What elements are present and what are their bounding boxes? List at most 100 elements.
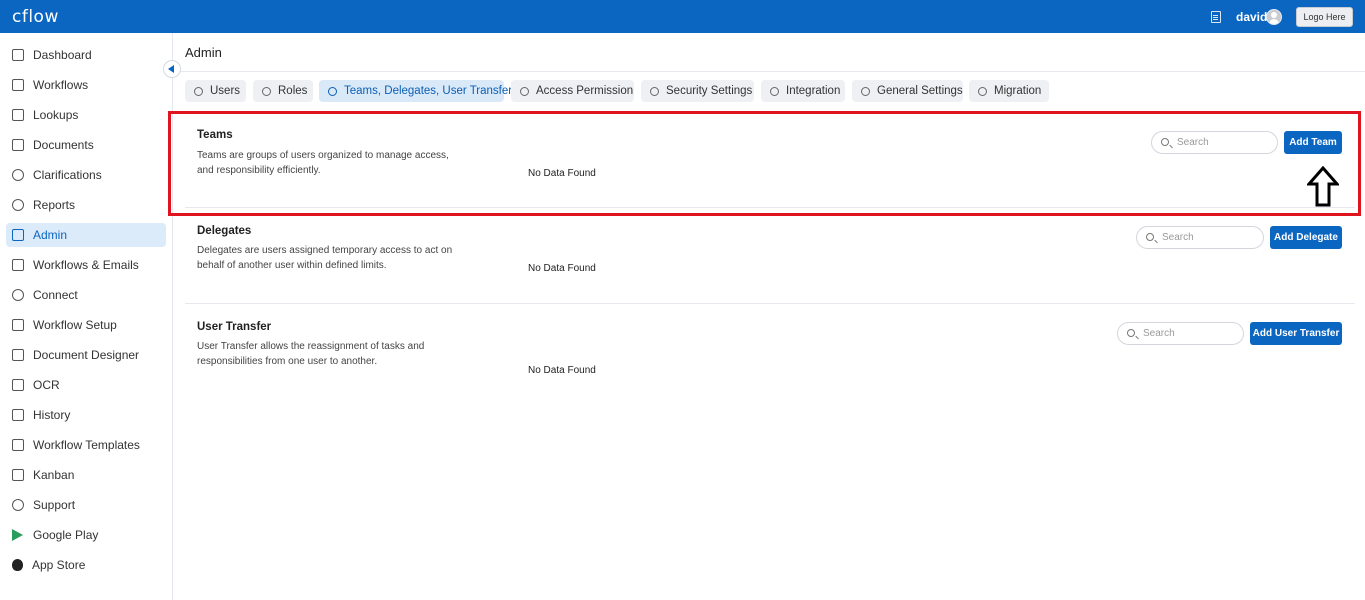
sidebar-item-workflow-setup[interactable]: Workflow Setup bbox=[6, 313, 166, 337]
user-transfer-search[interactable] bbox=[1117, 322, 1244, 345]
page-title: Admin bbox=[185, 45, 222, 60]
sidebar-item-label: Documents bbox=[33, 138, 94, 152]
sidebar-item-workflows[interactable]: Workflows bbox=[6, 73, 166, 97]
grid-icon bbox=[12, 49, 24, 61]
tab-label: Migration bbox=[994, 85, 1042, 97]
pie-chart-icon bbox=[12, 199, 24, 211]
pen-document-icon bbox=[12, 349, 24, 361]
tab-label: General Settings bbox=[877, 85, 963, 97]
google-play-icon bbox=[12, 529, 23, 541]
logo-text: cflow bbox=[12, 7, 59, 27]
sidebar-item-kanban[interactable]: Kanban bbox=[6, 463, 166, 487]
tab-label: Integration bbox=[786, 85, 841, 97]
user-transfer-title: User Transfer bbox=[197, 321, 272, 333]
support-icon bbox=[12, 499, 24, 511]
document-icon bbox=[12, 139, 24, 151]
sidebar-item-document-designer[interactable]: Document Designer bbox=[6, 343, 166, 367]
tab-roles[interactable]: Roles bbox=[253, 80, 313, 102]
sidebar-item-label: OCR bbox=[33, 378, 60, 392]
tab-migration[interactable]: Migration bbox=[969, 80, 1049, 102]
sidebar-item-label: Clarifications bbox=[33, 168, 102, 182]
tab-label: Teams, Delegates, User Transfer bbox=[344, 85, 513, 97]
sidebar-item-label: Admin bbox=[33, 228, 68, 242]
logo-placeholder-button[interactable]: Logo Here bbox=[1296, 7, 1353, 27]
search-icon bbox=[1146, 233, 1154, 241]
migration-icon bbox=[978, 86, 987, 96]
workflow-icon bbox=[12, 79, 24, 91]
cflow-logo[interactable]: cflow bbox=[12, 7, 59, 27]
delegates-search-input[interactable] bbox=[1162, 232, 1263, 243]
sidebar: Dashboard Workflows Lookups Documents Cl… bbox=[0, 33, 181, 600]
delegates-empty-text: No Data Found bbox=[528, 263, 596, 274]
delegates-description: Delegates are users assigned temporary a… bbox=[197, 245, 453, 271]
mail-icon bbox=[12, 259, 24, 271]
section-divider bbox=[185, 303, 1355, 304]
sidebar-item-google-play[interactable]: Google Play bbox=[6, 523, 166, 547]
admin-icon bbox=[12, 229, 24, 241]
sidebar-collapse-button[interactable] bbox=[163, 60, 181, 78]
sidebar-item-reports[interactable]: Reports bbox=[6, 193, 166, 217]
tab-users[interactable]: Users bbox=[185, 80, 246, 102]
sidebar-item-label: App Store bbox=[32, 558, 86, 572]
roles-icon bbox=[262, 86, 271, 96]
sidebar-item-lookups[interactable]: Lookups bbox=[6, 103, 166, 127]
apple-icon bbox=[12, 559, 23, 571]
arrow-up-icon bbox=[1307, 166, 1339, 207]
delegates-search[interactable] bbox=[1136, 226, 1264, 249]
sidebar-item-label: Kanban bbox=[33, 468, 75, 482]
sidebar-item-support[interactable]: Support bbox=[6, 493, 166, 517]
sidebar-item-documents[interactable]: Documents bbox=[6, 133, 166, 157]
sidebar-item-workflows-emails[interactable]: Workflows & Emails bbox=[6, 253, 166, 277]
title-divider bbox=[173, 71, 1365, 72]
search-icon bbox=[1127, 329, 1135, 337]
user-transfer-description: User Transfer allows the reassignment of… bbox=[197, 341, 425, 367]
tab-general-settings[interactable]: General Settings bbox=[852, 80, 963, 102]
tab-label: Roles bbox=[278, 85, 308, 97]
sidebar-item-label: Lookups bbox=[33, 108, 79, 122]
tab-security-settings[interactable]: Security Settings bbox=[641, 80, 754, 102]
sliders-icon bbox=[12, 319, 24, 331]
username[interactable]: david bbox=[1236, 10, 1267, 24]
user-transfer-empty-text: No Data Found bbox=[528, 365, 596, 376]
tab-access-permission[interactable]: Access Permission bbox=[511, 80, 634, 102]
sidebar-item-ocr[interactable]: OCR bbox=[6, 373, 166, 397]
sidebar-item-label: History bbox=[33, 408, 71, 422]
tab-label: Users bbox=[210, 85, 241, 97]
key-icon bbox=[520, 86, 529, 96]
document-icon[interactable] bbox=[1211, 11, 1221, 23]
delegates-title: Delegates bbox=[197, 225, 252, 237]
sidebar-item-admin[interactable]: Admin bbox=[6, 223, 166, 247]
lock-icon bbox=[650, 86, 659, 96]
lightbulb-icon bbox=[12, 169, 24, 181]
tab-label: Security Settings bbox=[666, 85, 753, 97]
tab-teams-delegates-user-transfer[interactable]: Teams, Delegates, User Transfer bbox=[319, 80, 512, 102]
sidebar-item-label: Google Play bbox=[33, 528, 99, 542]
user-transfer-search-input[interactable] bbox=[1143, 328, 1243, 339]
add-user-transfer-button[interactable]: Add User Transfer bbox=[1250, 322, 1342, 345]
sidebar-item-clarifications[interactable]: Clarifications bbox=[6, 163, 166, 187]
sidebar-item-label: Support bbox=[33, 498, 76, 512]
sidebar-item-label: Workflows bbox=[33, 78, 89, 92]
kanban-icon bbox=[12, 469, 24, 481]
user-icon bbox=[194, 86, 203, 96]
sidebar-item-app-store[interactable]: App Store bbox=[6, 553, 166, 577]
sidebar-item-dashboard[interactable]: Dashboard bbox=[6, 43, 166, 67]
history-icon bbox=[12, 409, 24, 421]
highlight-box bbox=[168, 111, 1361, 216]
gear-icon bbox=[861, 86, 870, 96]
sidebar-item-label: Workflow Templates bbox=[33, 438, 140, 452]
tab-integration[interactable]: Integration bbox=[761, 80, 845, 102]
scan-icon bbox=[12, 379, 24, 391]
integration-icon bbox=[770, 86, 779, 96]
sidebar-item-workflow-templates[interactable]: Workflow Templates bbox=[6, 433, 166, 457]
sidebar-item-connect[interactable]: Connect bbox=[6, 283, 166, 307]
sidebar-item-history[interactable]: History bbox=[6, 403, 166, 427]
template-icon bbox=[12, 439, 24, 451]
tab-label: Access Permission bbox=[536, 85, 634, 97]
sidebar-item-label: Dashboard bbox=[33, 48, 92, 62]
sidebar-item-label: Workflows & Emails bbox=[33, 258, 139, 272]
sidebar-item-label: Workflow Setup bbox=[33, 318, 117, 332]
avatar[interactable] bbox=[1266, 9, 1282, 25]
add-delegate-button[interactable]: Add Delegate bbox=[1270, 226, 1342, 249]
sidebar-item-label: Document Designer bbox=[33, 348, 140, 362]
